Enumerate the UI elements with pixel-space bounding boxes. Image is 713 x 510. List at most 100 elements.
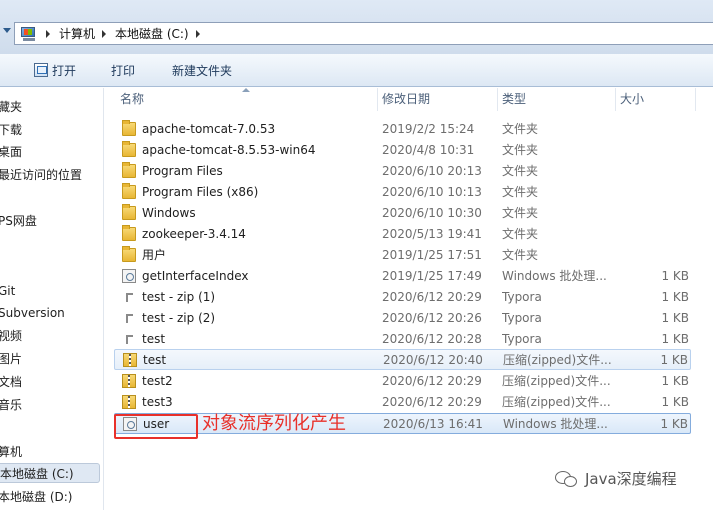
file-type: 压缩(zipped)文件... <box>503 353 612 367</box>
file-date: 2020/6/12 20:29 <box>382 290 482 304</box>
file-name: getInterfaceIndex <box>142 269 249 283</box>
file-row-selected[interactable]: user 2020/6/13 16:41 Windows 批处理... 1 KB <box>114 413 691 434</box>
nav-item-subversion[interactable]: Subversion <box>0 303 65 323</box>
column-header-row: 名称 修改日期 类型 大小 <box>104 88 713 111</box>
file-size: 1 KB <box>661 290 689 304</box>
file-name: apache-tomcat-8.5.53-win64 <box>142 143 316 157</box>
annotation-highlight-box <box>114 414 198 439</box>
folder-icon <box>122 183 136 199</box>
file-row[interactable]: 用户 2019/1/25 17:51 文件夹 <box>114 245 691 266</box>
file-row[interactable]: Program Files 2020/6/10 20:13 文件夹 <box>114 161 691 182</box>
column-header-size[interactable]: 大小 <box>616 88 696 111</box>
nav-item-videos[interactable]: 视频 <box>0 326 22 346</box>
column-header-modified[interactable]: 修改日期 <box>378 88 498 111</box>
file-type: 文件夹 <box>502 122 539 136</box>
breadcrumb-local-disk-c[interactable]: 本地磁盘 (C:) <box>115 25 189 42</box>
file-row[interactable]: test 2020/6/12 20:40 压缩(zipped)文件... 1 K… <box>114 349 691 370</box>
nav-item-favorites[interactable]: 藏夹 <box>0 97 22 117</box>
chevron-right-icon[interactable] <box>102 29 107 38</box>
file-date: 2019/1/25 17:51 <box>382 248 482 262</box>
nav-item-git[interactable]: Git <box>0 281 15 301</box>
file-type: 文件夹 <box>502 248 539 262</box>
file-size: 1 KB <box>661 311 689 325</box>
watermark: Java深度编程 <box>555 468 677 489</box>
chevron-right-icon[interactable] <box>46 29 50 38</box>
nav-item-computer[interactable]: 算机 <box>0 442 22 462</box>
file-name: Program Files (x86) <box>142 185 259 199</box>
file-row[interactable]: Windows 2020/6/10 10:30 文件夹 <box>114 203 691 224</box>
navigation-pane: 藏夹 下载 桌面 最近访问的位置 PS网盘 Git Subversion 视频 … <box>0 88 104 510</box>
nav-item-downloads[interactable]: 下载 <box>0 120 22 140</box>
file-row[interactable]: test2 2020/6/12 20:29 压缩(zipped)文件... 1 … <box>114 371 691 392</box>
file-type: 文件夹 <box>502 206 539 220</box>
file-size: 1 KB <box>660 353 688 367</box>
nav-item-recent-places[interactable]: 最近访问的位置 <box>0 165 82 185</box>
command-bar: 打开 打印 新建文件夹 <box>0 54 713 87</box>
open-button-label: 打开 <box>52 63 77 78</box>
file-date: 2020/6/10 10:13 <box>382 185 482 199</box>
nav-item-local-disk-c[interactable]: 本地磁盘 (C:) <box>0 463 100 483</box>
wechat-logo-icon <box>555 469 579 489</box>
file-date: 2020/6/10 10:30 <box>382 206 482 220</box>
zip-file-icon <box>123 353 137 367</box>
file-name: test2 <box>142 374 173 388</box>
file-date: 2019/1/25 17:49 <box>382 269 482 283</box>
file-type: Typora <box>502 311 542 325</box>
file-row[interactable]: Program Files (x86) 2020/6/10 10:13 文件夹 <box>114 182 691 203</box>
file-type: 文件夹 <box>502 227 539 241</box>
file-row[interactable]: test - zip (2) 2020/6/12 20:26 Typora 1 … <box>114 308 691 329</box>
file-type: 文件夹 <box>502 143 539 157</box>
file-row[interactable]: test - zip (1) 2020/6/12 20:29 Typora 1 … <box>114 287 691 308</box>
file-row[interactable]: apache-tomcat-8.5.53-win64 2020/4/8 10:3… <box>114 140 691 161</box>
chevron-right-icon[interactable] <box>195 29 200 38</box>
typora-file-icon <box>122 332 136 346</box>
nav-item-documents[interactable]: 文档 <box>0 372 22 392</box>
file-date: 2020/6/13 16:41 <box>383 417 483 431</box>
nav-item-desktop[interactable]: 桌面 <box>0 142 22 162</box>
file-type: Typora <box>502 290 542 304</box>
file-row[interactable]: test3 2020/6/12 20:29 压缩(zipped)文件... 1 … <box>114 392 691 413</box>
file-name: test <box>143 353 167 367</box>
file-name: apache-tomcat-7.0.53 <box>142 122 276 136</box>
nav-item-wps-drive[interactable]: PS网盘 <box>0 211 37 231</box>
file-row[interactable]: test 2020/6/12 20:28 Typora 1 KB <box>114 329 691 350</box>
file-size: 1 KB <box>661 374 689 388</box>
column-header-name[interactable]: 名称 <box>116 88 378 111</box>
address-bar-area: 计算机 本地磁盘 (C:) <box>0 0 713 54</box>
new-folder-button[interactable]: 新建文件夹 <box>168 58 236 82</box>
file-row[interactable]: zookeeper-3.4.14 2020/5/13 19:41 文件夹 <box>114 224 691 245</box>
print-button-label: 打印 <box>111 63 136 78</box>
open-button[interactable]: 打开 <box>30 58 80 82</box>
file-row[interactable]: getInterfaceIndex 2019/1/25 17:49 Window… <box>114 266 691 287</box>
file-name: test - zip (2) <box>142 311 216 325</box>
folder-icon <box>122 120 136 136</box>
address-bar[interactable]: 计算机 本地磁盘 (C:) <box>14 22 713 45</box>
typora-file-icon <box>122 290 136 304</box>
file-row[interactable]: apache-tomcat-7.0.53 2019/2/2 15:24 文件夹 <box>114 119 691 140</box>
file-type: 文件夹 <box>502 164 539 178</box>
recent-pages-dropdown-icon[interactable] <box>3 28 11 33</box>
file-name: test <box>142 332 166 346</box>
file-name: Windows <box>142 206 196 220</box>
annotation-text: 对象流序列化产生 <box>202 413 346 434</box>
folder-icon <box>122 246 136 262</box>
column-header-type[interactable]: 类型 <box>498 88 616 111</box>
file-date: 2020/6/12 20:28 <box>382 332 482 346</box>
file-date: 2020/6/10 20:13 <box>382 164 482 178</box>
file-date: 2020/4/8 10:31 <box>382 143 475 157</box>
nav-item-pictures[interactable]: 图片 <box>0 349 22 369</box>
file-type: 压缩(zipped)文件... <box>502 374 611 388</box>
file-type: Typora <box>502 332 542 346</box>
print-button[interactable]: 打印 <box>107 58 139 82</box>
nav-item-local-disk-d[interactable]: 本地磁盘 (D:) <box>0 487 72 507</box>
watermark-text: Java深度编程 <box>585 470 677 488</box>
file-name: test - zip (1) <box>142 290 216 304</box>
folder-icon <box>122 141 136 157</box>
file-list: 名称 修改日期 类型 大小 apache-tomcat-7.0.53 2019/… <box>104 88 713 510</box>
file-size: 1 KB <box>661 269 689 283</box>
breadcrumb-computer[interactable]: 计算机 <box>59 25 95 42</box>
folder-icon <box>122 204 136 220</box>
file-date: 2020/6/12 20:29 <box>382 374 482 388</box>
nav-item-music[interactable]: 音乐 <box>0 395 22 415</box>
file-type: Windows 批处理... <box>503 417 608 431</box>
